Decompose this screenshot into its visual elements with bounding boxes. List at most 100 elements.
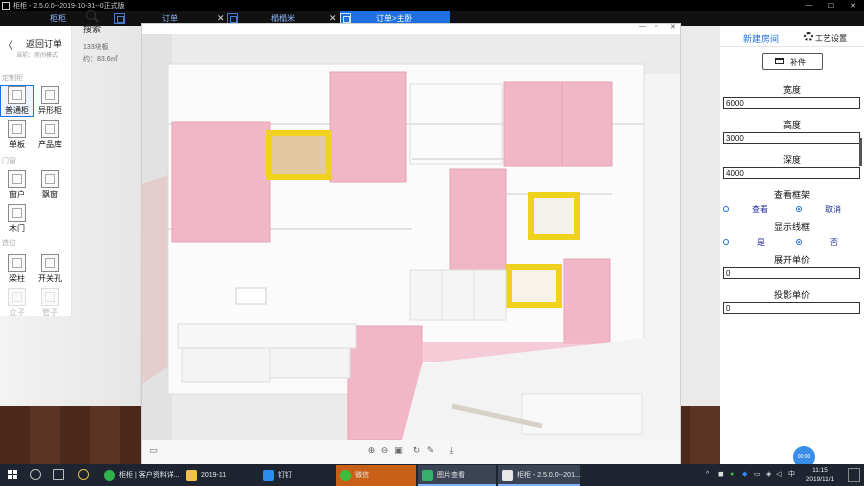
cortana-icon[interactable] — [30, 469, 41, 480]
search-button[interactable]: 搜索 — [83, 22, 101, 35]
chevron-left-icon: 〈 — [3, 41, 13, 52]
zoom-in-icon[interactable]: ⊕ — [366, 445, 377, 456]
section-misc-label: 造位 — [2, 240, 16, 247]
taskbar-item-gui-app[interactable]: 柜柜 - 2.5.0.0--201... — [498, 465, 581, 486]
frame-cancel-label[interactable]: 取消 — [825, 204, 841, 215]
frame-view-radio[interactable] — [723, 206, 729, 212]
wire-yes-label[interactable]: 是 — [757, 237, 765, 248]
back-to-order-label: 返回订单 — [26, 39, 63, 49]
board-count: 133块板 — [83, 44, 109, 51]
title-bar: 柜柜 - 2.5.0.0--2019-10-31--0正式版 — ☐ ✕ — [0, 0, 864, 11]
tool-bay-window[interactable]: 飘窗 — [34, 170, 66, 200]
taskbar-item-dingtalk[interactable]: 钉钉 — [259, 465, 334, 486]
new-room-link[interactable]: 新建房间 — [743, 32, 779, 45]
pipe-icon — [41, 288, 59, 306]
taskbar-item-image-viewer[interactable]: 图片查看 — [418, 465, 496, 486]
viewer-toolbar: ▭ ⊕ ⊖ ▣ ↻ ✎ ⤓ — [142, 440, 680, 464]
wire-no-radio[interactable] — [796, 239, 802, 245]
clock-date: 2019/11/1 — [805, 476, 835, 483]
frame-view-label[interactable]: 查看 — [752, 204, 768, 215]
close-icon[interactable]: ✕ — [842, 2, 864, 10]
viewer-titlebar: — ▫ ✕ — [142, 23, 680, 34]
gear-icon[interactable] — [804, 32, 813, 41]
actual-size-icon[interactable]: ▣ — [393, 445, 404, 456]
app-icon — [2, 1, 10, 10]
tool-normal-cabinet[interactable]: 普通柜 — [0, 85, 34, 117]
back-to-order-link[interactable]: 〈 返回订单 — [3, 37, 63, 52]
rotate-icon[interactable]: ↻ — [411, 445, 422, 456]
switch-icon — [41, 254, 59, 272]
tab-home[interactable]: 柜柜 — [36, 11, 116, 26]
tool-window[interactable]: 窗户 — [1, 170, 33, 200]
window-title: 柜柜 - 2.5.0.0--2019-10-31--0正式版 — [13, 2, 125, 10]
projection-price-input[interactable] — [723, 302, 860, 314]
view-frame-label: 查看框架 — [773, 190, 810, 200]
viewer-minimize-icon[interactable]: — — [639, 23, 646, 30]
tool-label: 开关孔 — [38, 274, 62, 283]
tool-label: 产品库 — [38, 140, 62, 149]
dingtalk-icon — [263, 470, 274, 481]
section-doors-label: 门窗 — [2, 158, 16, 165]
folder-icon — [186, 470, 197, 481]
maximize-icon[interactable]: ☐ — [820, 2, 842, 10]
taskbar: 柜柜 | 客户资料详... 2019-11 钉钉 微信 图片查看 柜柜 - 2.… — [0, 464, 864, 486]
tray-volume-icon[interactable]: ◁ — [776, 464, 781, 486]
tray-app-icon[interactable]: ◼ — [718, 464, 724, 486]
edit-icon[interactable]: ✎ — [425, 445, 436, 456]
wire-yes-radio[interactable] — [723, 239, 729, 245]
shaped-cabinet-icon — [41, 86, 59, 104]
tool-pipe[interactable]: 管子 — [34, 288, 66, 318]
wire-no-label[interactable]: 否 — [830, 237, 838, 248]
pinwheel-app-icon[interactable] — [78, 469, 89, 480]
frame-cancel-radio[interactable] — [796, 206, 802, 212]
taskbar-item-folder[interactable]: 2019-11 — [182, 465, 257, 486]
depth-label: 深度 — [782, 155, 801, 165]
bujian-button[interactable]: 补件 — [762, 53, 823, 70]
section-custom-label: 定制柜 — [2, 75, 23, 82]
thumbnail-icon[interactable]: ▭ — [148, 445, 159, 456]
search-icon[interactable] — [86, 10, 96, 20]
tool-beam-column[interactable]: 梁柱 — [1, 254, 33, 284]
panel-divider — [720, 46, 864, 47]
zoom-out-icon[interactable]: ⊖ — [379, 445, 390, 456]
viewer-close-icon[interactable]: ✕ — [670, 23, 676, 31]
unfold-price-input[interactable] — [723, 267, 860, 279]
beam-icon — [8, 254, 26, 272]
tray-wechat-icon[interactable]: ● — [730, 464, 734, 486]
panel-scrollbar[interactable] — [859, 138, 862, 166]
viewer-maximize-icon[interactable]: ▫ — [655, 23, 657, 30]
download-icon[interactable]: ⤓ — [446, 445, 457, 456]
craft-settings-button[interactable]: 工艺设置 — [815, 33, 847, 44]
taskbar-clock[interactable]: 11:15 2019/11/1 — [800, 466, 840, 484]
tool-single-board[interactable]: 单板 — [1, 120, 33, 150]
tool-label: 异形柜 — [38, 106, 62, 115]
image-viewer-window: — ▫ ✕ ▭ ⊕ ⊖ ▣ ↻ ✎ ⤓ — [141, 23, 681, 465]
bujian-button-label: 补件 — [790, 58, 806, 67]
depth-input[interactable] — [723, 167, 860, 179]
notification-icon[interactable] — [848, 468, 860, 482]
tool-switch-hole[interactable]: 开关孔 — [34, 254, 66, 284]
library-icon — [41, 120, 59, 138]
bay-window-icon — [41, 170, 59, 188]
clock-time: 11:15 — [812, 467, 828, 474]
ime-indicator[interactable]: 中 — [788, 464, 795, 486]
tray-dingtalk-icon[interactable]: ◆ — [742, 464, 747, 486]
tool-product-library[interactable]: 产品库 — [34, 120, 66, 150]
board-icon — [8, 120, 26, 138]
taskbar-item-customer[interactable]: 柜柜 | 客户资料详... — [100, 465, 180, 486]
post-icon — [8, 288, 26, 306]
height-input[interactable] — [723, 132, 860, 144]
tool-label: 单板 — [9, 140, 25, 149]
windows-start-icon[interactable] — [8, 470, 18, 480]
tray-network-icon[interactable]: ▭ — [754, 464, 761, 486]
tray-chevron-icon[interactable]: ^ — [706, 464, 709, 486]
taskbar-item-wechat[interactable]: 微信 — [336, 465, 416, 486]
minimize-icon[interactable]: — — [798, 2, 820, 9]
tool-post[interactable]: 立子 — [1, 288, 33, 318]
tool-shaped-cabinet[interactable]: 异形柜 — [34, 86, 66, 116]
tool-wood-door[interactable]: 木门 — [1, 204, 33, 234]
tray-shield-icon[interactable]: ◈ — [766, 464, 771, 486]
scene-right-wall — [680, 26, 720, 406]
width-input[interactable] — [723, 97, 860, 109]
task-view-icon[interactable] — [53, 469, 64, 480]
